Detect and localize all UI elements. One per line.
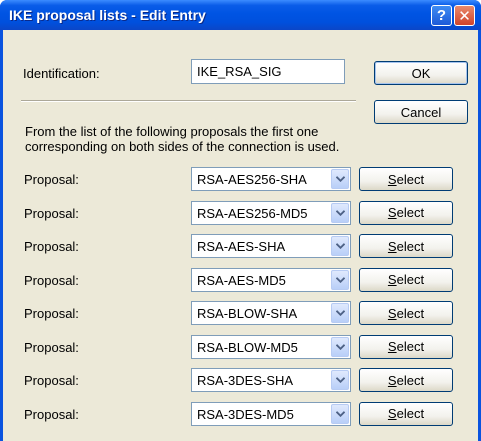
chevron-down-icon[interactable]	[331, 236, 349, 256]
proposal-select[interactable]: RSA-AES256-SHA	[191, 167, 351, 191]
chevron-down-icon[interactable]	[331, 370, 349, 390]
proposal-select-value: RSA-BLOW-SHA	[197, 306, 298, 321]
chevron-down-icon[interactable]	[331, 403, 349, 424]
proposal-row: Proposal: RSA-BLOW-MD5 Select	[3, 334, 478, 361]
select-mnemonic: S	[387, 238, 397, 254]
proposal-select[interactable]: RSA-AES-SHA	[191, 234, 351, 258]
proposal-label: Proposal:	[24, 339, 79, 355]
select-button[interactable]: Select	[359, 234, 453, 258]
dialog-client-area: Identification: IKE_RSA_SIG OK Cancel Fr…	[3, 30, 478, 441]
chevron-down-icon[interactable]	[331, 269, 349, 290]
help-button[interactable]: ?	[431, 5, 452, 26]
proposal-select-value: RSA-AES256-MD5	[197, 205, 308, 221]
select-button[interactable]: Select	[359, 267, 453, 292]
proposal-select[interactable]: RSA-BLOW-SHA	[191, 301, 351, 325]
chevron-down-icon[interactable]	[331, 336, 349, 357]
proposal-row: Proposal: RSA-3DES-SHA Select	[3, 368, 478, 394]
select-mnemonic: S	[387, 339, 397, 354]
chevron-down-icon[interactable]	[331, 169, 349, 189]
chevron-down-icon[interactable]	[331, 202, 349, 223]
select-label: elect	[396, 406, 425, 421]
proposal-select-value: RSA-AES-MD5	[197, 272, 286, 288]
chevron-down-icon[interactable]	[331, 303, 349, 323]
select-mnemonic: S	[387, 171, 397, 187]
help-icon: ?	[436, 7, 447, 24]
close-button[interactable]: ✕	[454, 5, 475, 26]
proposal-label: Proposal:	[24, 205, 79, 221]
proposal-label: Proposal:	[24, 172, 79, 187]
cancel-button[interactable]: Cancel	[374, 100, 468, 124]
select-button[interactable]: Select	[359, 368, 453, 392]
proposal-row: Proposal: RSA-AES-MD5 Select	[3, 267, 478, 294]
info-text-line: From the list of the following proposals…	[25, 124, 319, 139]
proposal-row: Proposal: RSA-AES256-MD5 Select	[3, 200, 478, 227]
proposal-label: Proposal:	[24, 272, 79, 288]
proposal-select[interactable]: RSA-AES-MD5	[191, 267, 351, 292]
select-mnemonic: S	[387, 272, 397, 287]
window-title: IKE proposal lists - Edit Entry	[9, 7, 206, 23]
select-button[interactable]: Select	[359, 401, 453, 426]
proposal-row: Proposal: RSA-AES256-SHA Select	[3, 167, 478, 193]
close-icon: ✕	[458, 7, 471, 25]
proposal-select-value: RSA-AES-SHA	[197, 239, 286, 254]
select-label: elect	[396, 272, 425, 287]
dialog-window: IKE proposal lists - Edit Entry ? ✕ Iden…	[0, 0, 481, 441]
select-button[interactable]: Select	[359, 301, 453, 325]
proposal-select[interactable]: RSA-3DES-SHA	[191, 368, 351, 392]
select-button[interactable]: Select	[359, 334, 453, 359]
proposal-label: Proposal:	[24, 406, 79, 422]
select-mnemonic: S	[387, 372, 397, 388]
select-mnemonic: S	[387, 406, 397, 421]
proposal-select[interactable]: RSA-AES256-MD5	[191, 200, 351, 225]
select-mnemonic: S	[387, 305, 397, 321]
identification-input[interactable]: IKE_RSA_SIG	[191, 59, 345, 84]
proposal-label: Proposal:	[24, 373, 79, 388]
select-label: elect	[396, 372, 425, 388]
select-label: elect	[396, 205, 425, 220]
proposal-select-value: RSA-AES256-SHA	[197, 172, 307, 187]
proposal-label: Proposal:	[24, 306, 79, 321]
info-text-line: corresponding on both sides of the conne…	[25, 139, 340, 154]
info-text: From the list of the following proposals…	[25, 124, 339, 154]
proposal-row: Proposal: RSA-AES-SHA Select	[3, 234, 478, 260]
separator	[21, 100, 356, 102]
proposal-row: Proposal: RSA-3DES-MD5 Select	[3, 401, 478, 428]
proposal-select-value: RSA-3DES-MD5	[197, 406, 294, 422]
select-mnemonic: S	[387, 205, 397, 220]
proposal-select[interactable]: RSA-BLOW-MD5	[191, 334, 351, 359]
select-label: elect	[396, 305, 425, 321]
proposal-select[interactable]: RSA-3DES-MD5	[191, 401, 351, 426]
select-label: elect	[396, 339, 425, 354]
select-label: elect	[396, 171, 425, 187]
proposal-select-value: RSA-3DES-SHA	[197, 373, 294, 388]
select-label: elect	[396, 238, 425, 254]
proposal-row: Proposal: RSA-BLOW-SHA Select	[3, 301, 478, 327]
identification-label: Identification:	[23, 66, 100, 81]
proposal-select-value: RSA-BLOW-MD5	[197, 339, 298, 355]
ok-button[interactable]: OK	[374, 61, 468, 85]
select-button[interactable]: Select	[359, 167, 453, 191]
select-button[interactable]: Select	[359, 200, 453, 225]
title-bar[interactable]: IKE proposal lists - Edit Entry ? ✕	[0, 0, 481, 30]
proposal-label: Proposal:	[24, 239, 79, 254]
